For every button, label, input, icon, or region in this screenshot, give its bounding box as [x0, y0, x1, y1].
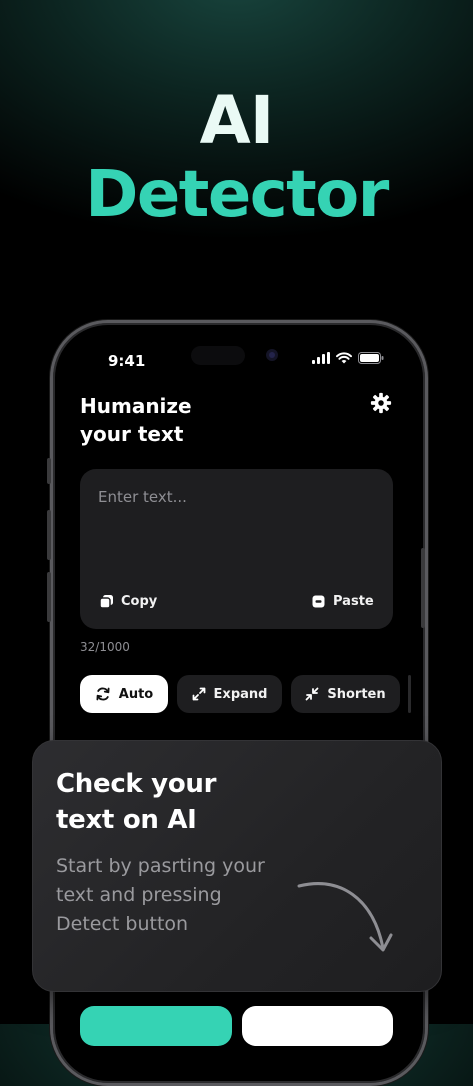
- mode-chip-expand-label: Expand: [213, 686, 268, 702]
- screen-title-line1: Humanize: [80, 394, 192, 418]
- mode-chip-next-partial[interactable]: [408, 675, 411, 713]
- screen-title: Humanize your text: [80, 392, 192, 448]
- expand-icon: [192, 687, 205, 701]
- refresh-icon: [96, 687, 110, 701]
- mode-chip-shorten-label: Shorten: [327, 686, 386, 702]
- secondary-button[interactable]: [242, 1006, 393, 1046]
- detect-button[interactable]: [80, 1006, 232, 1046]
- hero-title-line1: AI: [199, 82, 275, 159]
- mode-chip-auto[interactable]: Auto: [80, 675, 168, 713]
- phone-volume-up: [47, 510, 51, 560]
- mode-chip-auto-label: Auto: [118, 686, 154, 702]
- onboarding-desc-line1: Start by pasrting your: [56, 855, 265, 877]
- battery-icon: [358, 352, 384, 364]
- copy-icon: [100, 595, 113, 608]
- phone-volume-down: [47, 572, 51, 622]
- paste-button[interactable]: Paste: [312, 594, 374, 609]
- wifi-icon: [336, 352, 352, 364]
- onboarding-description: Start by pasrting your text and pressing…: [56, 852, 265, 939]
- curved-arrow-icon: [297, 882, 393, 952]
- camera-icon: [266, 349, 278, 361]
- paste-icon: [312, 595, 325, 608]
- char-counter: 32/1000: [80, 640, 130, 654]
- shrink-icon: [305, 687, 319, 701]
- onboarding-desc-line2: text and pressing: [56, 884, 222, 906]
- mode-chip-expand[interactable]: Expand: [177, 675, 282, 713]
- status-time: 9:41: [108, 352, 146, 370]
- onboarding-desc-line3: Detect button: [56, 913, 189, 935]
- onboarding-title-line1: Check your: [56, 769, 217, 799]
- signal-icon: [312, 352, 330, 364]
- mode-chip-shorten[interactable]: Shorten: [291, 675, 400, 713]
- hero-title-line2: Detector: [85, 158, 389, 232]
- status-icons: [312, 352, 384, 364]
- paste-label: Paste: [333, 594, 374, 609]
- dynamic-island: [191, 346, 245, 365]
- onboarding-title: Check your text on AI: [56, 766, 216, 838]
- copy-button[interactable]: Copy: [100, 594, 157, 609]
- screen-title-line2: your text: [80, 422, 184, 446]
- text-input-placeholder[interactable]: Enter text...: [98, 488, 187, 506]
- gear-icon[interactable]: [370, 392, 392, 414]
- phone-side-button: [47, 458, 51, 484]
- copy-label: Copy: [121, 594, 158, 609]
- onboarding-title-line2: text on AI: [56, 805, 197, 835]
- phone-power-button: [421, 548, 425, 628]
